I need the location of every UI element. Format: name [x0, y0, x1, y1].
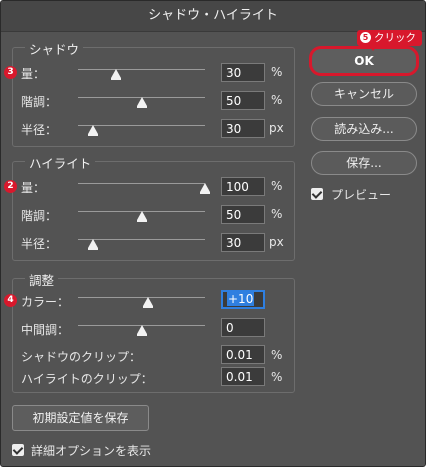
- callout-number: 5: [360, 32, 371, 43]
- click-callout: 5 クリック: [357, 30, 422, 46]
- highlights-tone-label: 階調：: [21, 209, 58, 223]
- highlights-amount-unit: %: [271, 179, 283, 193]
- step-badge-3: 3: [4, 66, 17, 79]
- shadows-group-title: シャドウ: [25, 39, 84, 58]
- dialog-title: シャドウ・ハイライト: [1, 1, 425, 32]
- step-badge-2: 2: [4, 180, 17, 193]
- midtone-thumb[interactable]: [136, 325, 147, 336]
- highlights-amount-input[interactable]: 100: [221, 177, 265, 196]
- color-thumb[interactable]: [142, 297, 153, 308]
- shadows-amount-input[interactable]: 30: [221, 63, 265, 82]
- midtone-input[interactable]: 0: [221, 318, 265, 337]
- shadows-amount-unit: %: [271, 65, 283, 79]
- more-options-label: 詳細オプションを表示: [31, 444, 152, 458]
- highlights-amount-slider[interactable]: [78, 183, 205, 184]
- shadow-clip-unit: %: [271, 348, 283, 362]
- shadow-clip-label: シャドウのクリップ：: [21, 350, 142, 364]
- step-badge-4: 4: [4, 294, 17, 307]
- shadows-amount-thumb[interactable]: [111, 69, 122, 80]
- shadows-radius-unit: px: [269, 121, 284, 135]
- ok-button[interactable]: OK: [309, 46, 419, 76]
- highlights-tone-thumb[interactable]: [136, 211, 147, 222]
- shadow-clip-input[interactable]: 0.01: [221, 345, 265, 364]
- shadows-tone-thumb[interactable]: [136, 97, 147, 108]
- callout-pointer: [369, 45, 377, 51]
- highlight-clip-label: ハイライトのクリップ：: [21, 372, 153, 386]
- highlights-tone-unit: %: [271, 207, 283, 221]
- color-input[interactable]: +10: [221, 290, 265, 309]
- highlights-group-title: ハイライト: [25, 153, 96, 172]
- highlights-radius-label: 半径：: [21, 237, 58, 251]
- midtone-label: 中間調：: [21, 323, 70, 337]
- cancel-button[interactable]: キャンセル: [311, 82, 417, 106]
- highlights-radius-input[interactable]: 30: [221, 233, 265, 252]
- save-button[interactable]: 保存...: [311, 151, 417, 175]
- shadows-amount-label: 量：: [21, 67, 46, 81]
- highlight-clip-unit: %: [271, 370, 283, 384]
- load-button[interactable]: 読み込み...: [311, 117, 417, 141]
- highlights-tone-input[interactable]: 50: [221, 205, 265, 224]
- shadows-amount-slider[interactable]: [78, 69, 205, 70]
- color-slider[interactable]: [78, 297, 205, 298]
- color-label: カラー：: [21, 295, 70, 309]
- highlights-radius-thumb[interactable]: [88, 239, 99, 250]
- shadows-tone-label: 階調：: [21, 95, 58, 109]
- color-input-value: +10: [227, 292, 255, 306]
- highlights-amount-thumb[interactable]: [200, 183, 210, 194]
- save-defaults-button[interactable]: 初期設定値を保存: [12, 405, 149, 431]
- highlights-amount-label: 量：: [21, 181, 46, 195]
- highlights-radius-unit: px: [269, 235, 284, 249]
- callout-text: クリック: [374, 32, 416, 44]
- shadows-tone-unit: %: [271, 93, 283, 107]
- preview-checkbox[interactable]: [311, 188, 323, 200]
- shadows-radius-thumb[interactable]: [88, 125, 99, 136]
- more-options-checkbox[interactable]: [12, 444, 24, 456]
- shadows-highlights-dialog: シャドウ・ハイライト シャドウ 3 量： 30 % 階調： 50 % 半径： 3…: [0, 0, 426, 467]
- shadows-radius-input[interactable]: 30: [221, 119, 265, 138]
- preview-label: プレビュー: [331, 188, 392, 202]
- adjustments-group-title: 調整: [25, 270, 59, 289]
- shadows-tone-input[interactable]: 50: [221, 91, 265, 110]
- highlight-clip-input[interactable]: 0.01: [221, 367, 265, 386]
- shadows-radius-label: 半径：: [21, 123, 58, 137]
